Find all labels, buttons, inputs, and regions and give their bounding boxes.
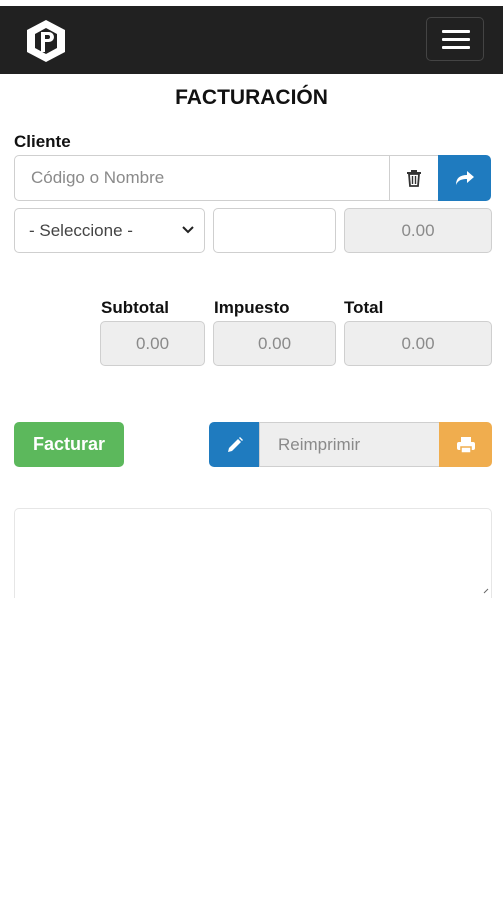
client-label: Cliente <box>14 132 71 151</box>
quantity-input[interactable] <box>213 208 336 253</box>
client-search-placeholder: Código o Nombre <box>31 168 165 187</box>
print-button[interactable] <box>439 422 492 467</box>
hamburger-icon <box>442 30 470 33</box>
clear-client-button[interactable] <box>389 155 439 201</box>
tax-field: 0.00 <box>213 321 336 366</box>
go-client-button[interactable] <box>438 155 491 201</box>
invoice-button[interactable]: Facturar <box>14 422 124 467</box>
box-logo-icon[interactable] <box>24 18 68 64</box>
tax-value: 0.00 <box>257 333 292 353</box>
subtotal-label: Subtotal <box>101 298 169 317</box>
page-title: FACTURACIÓN <box>175 86 328 109</box>
reprint-input[interactable]: Reimprimir <box>259 422 440 467</box>
client-search-input[interactable]: Código o Nombre <box>14 155 390 201</box>
print-icon <box>456 436 475 454</box>
client-select[interactable]: - Seleccione - <box>14 208 205 253</box>
subtotal-value: 0.00 <box>135 333 170 353</box>
tax-label: Impuesto <box>214 298 290 317</box>
total-value: 0.00 <box>401 333 435 353</box>
pencil-icon <box>227 436 243 452</box>
navbar <box>0 0 503 74</box>
chevron-down-icon <box>182 226 194 234</box>
navbar-inner <box>0 6 503 74</box>
amount-value: 0.00 <box>401 220 435 240</box>
client-select-value: - Seleccione - <box>29 220 133 240</box>
total-field: 0.00 <box>344 321 492 366</box>
resize-handle-icon[interactable] <box>483 588 489 594</box>
subtotal-field: 0.00 <box>100 321 205 366</box>
share-arrow-icon <box>455 171 474 185</box>
amount-field: 0.00 <box>344 208 492 253</box>
edit-button[interactable] <box>209 422 260 467</box>
reprint-placeholder: Reimprimir <box>278 434 361 454</box>
notes-textarea[interactable] <box>14 508 492 598</box>
total-label: Total <box>344 298 384 317</box>
menu-toggle-button[interactable] <box>426 17 484 61</box>
trash-icon <box>407 170 421 187</box>
